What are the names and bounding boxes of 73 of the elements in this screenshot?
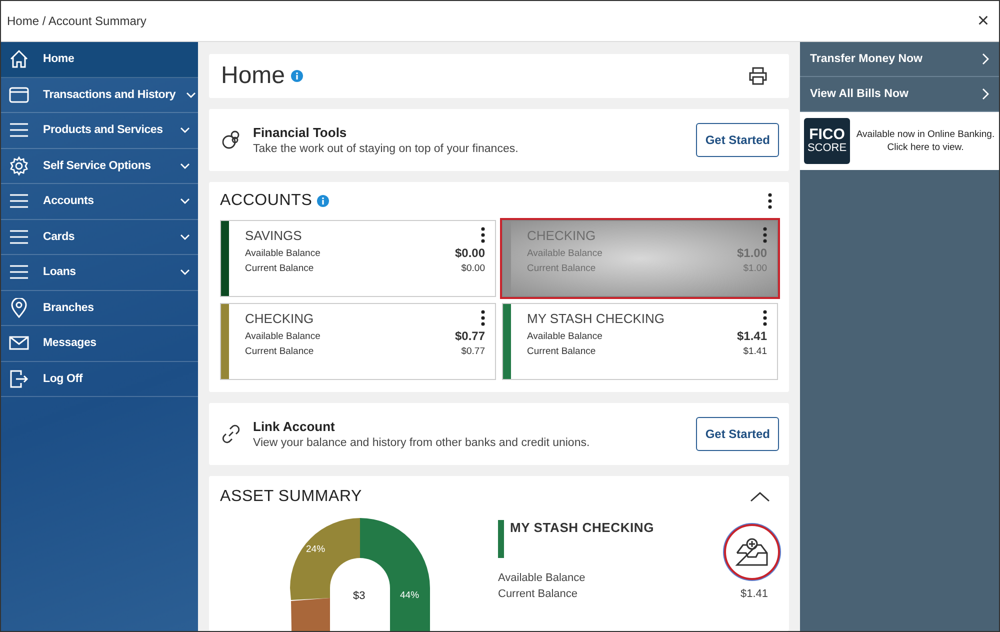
balance-label: Available Balance xyxy=(527,330,602,344)
print-icon[interactable] xyxy=(749,67,767,85)
balance-amount: $1.00 xyxy=(736,246,767,261)
card-description: Take the work out of staying on top of your finances. xyxy=(253,143,520,155)
fico-logo: FICO SCORE xyxy=(804,118,850,164)
location-pin-icon xyxy=(11,298,27,318)
account-card[interactable]: MY STASH CHECKING Available Balance $1.41 Current Balance $1.41 xyxy=(502,303,778,380)
fico-banner[interactable]: FICO SCORE Available now in Online Banking. Click here to view. xyxy=(800,112,999,170)
balance-amount: $1.00 xyxy=(743,262,767,276)
account-name: CHECKING xyxy=(527,228,596,242)
balance-label: Current Balance xyxy=(527,262,596,276)
more-options-icon[interactable] xyxy=(768,193,772,209)
get-started-button[interactable]: Get Started xyxy=(696,417,779,451)
more-options-icon[interactable] xyxy=(481,227,485,243)
balance-label: Available Balance xyxy=(527,247,602,261)
inbox-plus-icon xyxy=(735,537,769,567)
balance-label: Current Balance xyxy=(245,262,314,276)
info-icon[interactable] xyxy=(291,70,304,82)
menu-icon xyxy=(10,265,28,280)
menu-icon xyxy=(10,123,28,138)
account-name: SAVINGS xyxy=(245,228,302,242)
breadcrumb: Home / Account Summary xyxy=(7,14,146,28)
more-options-icon[interactable] xyxy=(763,310,767,326)
section-title: ASSET SUMMARY xyxy=(220,488,362,506)
balance-label: Available Balance xyxy=(245,330,320,344)
more-options-icon[interactable] xyxy=(481,310,485,326)
chevron-up-icon xyxy=(750,492,770,502)
card-description: View your balance and history from other banks and credit unions. xyxy=(253,437,591,449)
balance-amount: $0.77 xyxy=(461,345,485,359)
chevron-right-icon xyxy=(982,53,989,65)
slice-label: 24% xyxy=(306,544,326,555)
more-options-icon[interactable] xyxy=(763,227,767,243)
balance-amount: $0.00 xyxy=(461,262,485,276)
account-name: MY STASH CHECKING xyxy=(510,520,654,535)
menu-icon xyxy=(10,230,28,244)
balance-label: Current Balance xyxy=(498,587,578,602)
get-started-button[interactable]: Get Started xyxy=(696,123,779,157)
balance-label: Current Balance xyxy=(245,345,314,359)
card-title: Financial Tools xyxy=(253,125,348,140)
close-button[interactable]: × xyxy=(973,10,993,32)
log-off-icon xyxy=(9,368,29,389)
home-icon xyxy=(9,49,29,70)
quick-link[interactable]: Transfer Money Now xyxy=(800,42,999,77)
section-title: ACCOUNTS xyxy=(220,192,312,210)
card-icon xyxy=(9,86,29,103)
card-title: Link Account xyxy=(253,419,336,434)
account-name: MY STASH CHECKING xyxy=(527,310,664,326)
menu-icon xyxy=(10,194,28,208)
sidebar-item[interactable]: Transactions and History xyxy=(1,78,198,113)
info-icon[interactable] xyxy=(317,195,330,207)
account-name: CHECKING xyxy=(245,310,314,326)
add-inbox-button[interactable] xyxy=(724,524,780,580)
chevron-right-icon xyxy=(982,88,989,100)
balance-label: Available Balance xyxy=(498,571,586,586)
link-icon xyxy=(221,424,241,444)
sidebar-item[interactable]: Self Service Options xyxy=(1,148,198,184)
mail-icon xyxy=(9,336,29,350)
account-card[interactable]: SAVINGS Available Balance $0.00 Current Balance $0.00 xyxy=(220,220,496,297)
banner-text: Available now in Online Banking. Click here to view. xyxy=(856,128,995,154)
balance-amount: $1.41 xyxy=(743,345,767,359)
balance-amount: $1.41 xyxy=(736,329,767,344)
balance-label: Available Balance xyxy=(245,247,320,261)
sidebar-item[interactable]: Home xyxy=(1,42,198,78)
balance-label: Current Balance xyxy=(527,345,596,359)
balance-amount: $0.77 xyxy=(454,329,485,344)
coins-icon xyxy=(221,130,241,150)
donut-total: $3 xyxy=(353,590,366,602)
account-card[interactable]: CHECKING Available Balance $0.77 Current Balance $0.77 xyxy=(220,303,496,380)
balance-amount: $0.00 xyxy=(454,246,485,261)
settings-icon xyxy=(9,156,29,176)
slice-label: 44% xyxy=(400,590,420,601)
page-title: Home xyxy=(221,62,286,90)
balance-amount: $1.41 xyxy=(740,587,768,602)
